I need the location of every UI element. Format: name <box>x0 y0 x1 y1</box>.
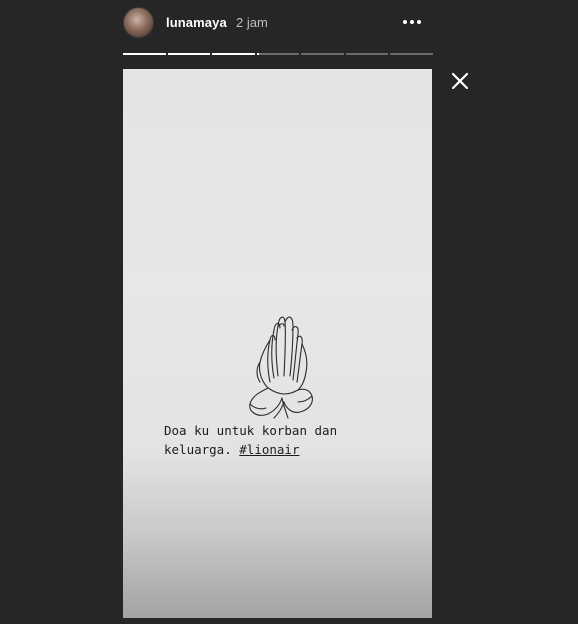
progress-segment-fill <box>123 53 166 55</box>
caption-line-1: Doa ku untuk korban dan <box>164 423 338 438</box>
story-viewer: lunamaya 2 jam Doa ku untuk korban dan k… <box>0 0 578 624</box>
progress-segment-fill <box>167 53 211 55</box>
praying-hands-icon <box>249 316 313 419</box>
close-icon <box>451 72 469 90</box>
hashtag-link[interactable]: #lionair <box>239 442 299 457</box>
progress-segment <box>123 53 166 55</box>
more-horizontal-icon-dot <box>417 20 421 24</box>
more-horizontal-icon <box>403 20 407 24</box>
username[interactable]: lunamaya <box>166 15 227 30</box>
story-caption: Doa ku untuk korban dan keluarga. #liona… <box>164 421 424 459</box>
avatar[interactable] <box>123 7 154 38</box>
more-options-button[interactable] <box>399 11 425 33</box>
progress-segment <box>256 53 300 55</box>
progress-segment <box>212 53 255 55</box>
story-content[interactable]: Doa ku untuk korban dan keluarga. #liona… <box>123 69 432 618</box>
progress-segment <box>167 53 211 55</box>
more-horizontal-icon-dot <box>410 20 414 24</box>
progress-segment <box>345 53 389 55</box>
story-header: lunamaya 2 jam <box>123 5 433 41</box>
timestamp: 2 jam <box>236 15 268 30</box>
close-button[interactable] <box>449 70 471 92</box>
progress-segment <box>301 53 344 55</box>
progress-segment-fill <box>212 53 255 55</box>
caption-line-2: keluarga. <box>164 442 240 457</box>
progress-segment-fill <box>256 53 259 55</box>
story-progress-bar <box>123 53 434 56</box>
progress-segment <box>390 53 434 55</box>
